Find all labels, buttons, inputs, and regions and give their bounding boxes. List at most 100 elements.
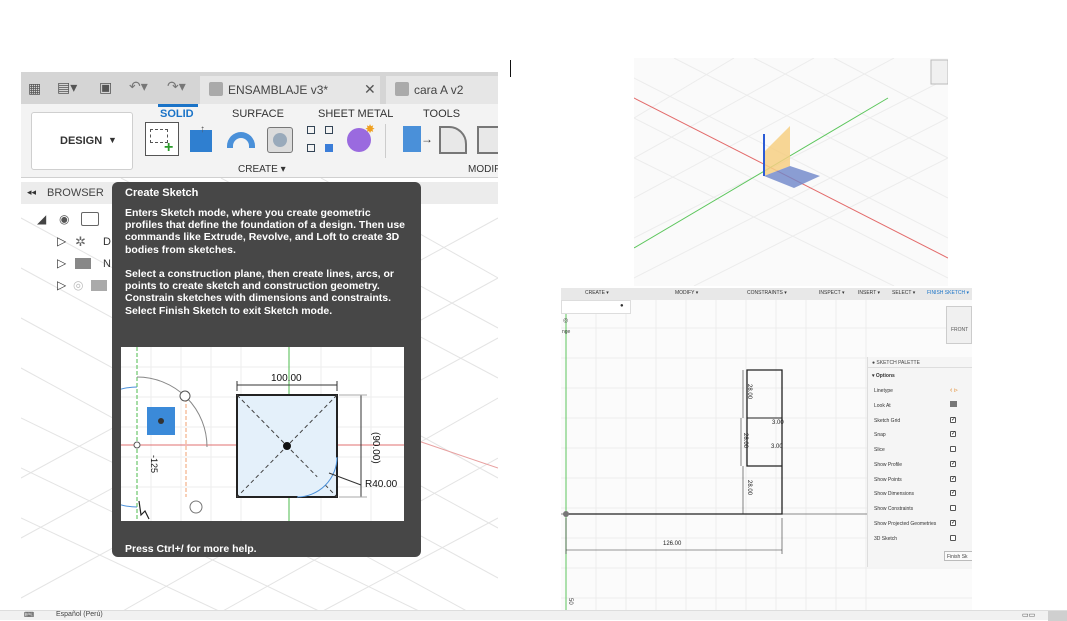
toolbar-insert[interactable]: INSERT ▾ <box>858 290 880 296</box>
layout-icon[interactable]: ▭▭ <box>1022 611 1035 619</box>
apps-grid-icon[interactable]: ▦ <box>28 80 41 97</box>
palette-row-label: Look At <box>874 403 891 409</box>
pattern-node <box>307 126 315 134</box>
show-profile-checkbox[interactable]: ✓ <box>950 461 956 467</box>
press-shape <box>403 126 421 152</box>
row-label: N <box>103 258 111 270</box>
extrude-icon[interactable]: ↑ <box>186 122 220 156</box>
dim-radius: R40.00 <box>365 479 398 490</box>
sketch-grid-checkbox[interactable]: ✓ <box>950 417 956 423</box>
pattern-node <box>325 126 333 134</box>
palette-row-label: Show Points <box>874 477 902 483</box>
undo-icon[interactable]: ↶▾ <box>129 78 148 95</box>
language-indicator[interactable]: Español (Perú) <box>56 611 103 618</box>
tab-sheet-metal[interactable]: SHEET METAL <box>318 108 393 120</box>
close-icon[interactable]: ✕ <box>364 81 376 98</box>
dim-top: 28.00 <box>746 384 752 400</box>
press-pull-icon[interactable]: → <box>399 122 433 156</box>
finish-sketch-palette-button[interactable]: Finish Sk <box>944 551 972 561</box>
save-icon[interactable]: ▣ <box>99 79 112 96</box>
palette-row-label: Snap <box>874 432 886 438</box>
palette-row-label: Show Constraints <box>874 506 914 512</box>
pattern-icon[interactable] <box>303 122 337 156</box>
show-projected-checkbox[interactable]: ✓ <box>950 520 956 526</box>
show-points-checkbox[interactable]: ✓ <box>950 476 956 482</box>
hole-icon[interactable] <box>262 122 296 156</box>
tab-cara[interactable]: cara A v2 <box>386 76 498 104</box>
linetype-icon[interactable]: ‹ ▹ <box>950 386 958 394</box>
active-tab-indicator <box>158 104 198 107</box>
tab-surface[interactable]: SURFACE <box>232 108 284 120</box>
view-cube[interactable]: FRONT <box>946 306 972 344</box>
expand-icon[interactable]: ▷ <box>57 256 66 270</box>
create-sketch-tooltip: Create Sketch Enters Sketch mode, where … <box>76 182 421 557</box>
keyboard-icon[interactable]: ⌨ <box>24 611 34 619</box>
ribbon: DESIGN ▼ SOLID SURFACE SHEET METAL TOOLS… <box>21 104 498 178</box>
file-icon[interactable]: ▤▾ <box>57 79 77 96</box>
dim-middle: 28.00 <box>742 433 748 449</box>
eye-icon[interactable]: ◉ <box>59 212 69 226</box>
3d-viewport[interactable] <box>634 58 948 286</box>
create-group-label[interactable]: CREATE ▾ <box>238 164 286 175</box>
plus-icon: + <box>164 139 174 156</box>
tab-solid[interactable]: SOLID <box>160 108 194 120</box>
create-sketch-icon[interactable]: + <box>145 122 179 156</box>
toolbar-inspect[interactable]: INSPECT ▾ <box>819 290 844 296</box>
modify-group-label[interactable]: MODIF <box>468 164 498 175</box>
options-section[interactable]: ▾ Options <box>872 373 895 379</box>
arrow-up-icon: ↑ <box>200 124 205 135</box>
sketch-palette: ● SKETCH PALETTE ▾ Options Linetype ‹ ▹ … <box>867 357 972 567</box>
tab-label: cara A v2 <box>414 83 464 97</box>
tab-ensamblaje[interactable]: ENSAMBLAJE v3* ✕ <box>200 76 380 104</box>
workspace-label: DESIGN <box>60 135 103 147</box>
finish-sketch-button[interactable]: FINISH SKETCH ▾ <box>927 290 969 296</box>
toolbar-select[interactable]: SELECT ▾ <box>892 290 915 296</box>
new-component-icon[interactable]: ✸ <box>343 122 377 156</box>
arrow-right-icon: → <box>421 132 433 146</box>
expand-icon[interactable]: ▷ <box>57 234 66 248</box>
redo-icon[interactable]: ↷▾ <box>167 78 186 95</box>
dim-height: (90.00) <box>370 432 381 464</box>
toolbar-modify[interactable]: MODIFY ▾ <box>675 290 698 296</box>
show-dimensions-checkbox[interactable]: ✓ <box>950 490 956 496</box>
arc-shape <box>227 132 255 148</box>
dim-offset-2: 3.00 <box>771 444 783 450</box>
slice-checkbox[interactable] <box>950 446 956 452</box>
axis-label: 50 <box>567 598 573 605</box>
palette-title[interactable]: ● SKETCH PALETTE <box>872 360 920 366</box>
component-icon <box>209 82 223 96</box>
target-icon[interactable]: ◎ <box>563 317 568 324</box>
eye-hidden-icon[interactable]: ◎ <box>73 278 83 292</box>
toolbar-create[interactable]: CREATE ▾ <box>585 290 609 296</box>
folder-icon <box>91 280 107 291</box>
expand-icon[interactable]: ▷ <box>57 278 66 292</box>
view-cube-label: FRONT <box>951 327 969 333</box>
look-at-icon[interactable] <box>950 401 957 407</box>
dim-length: 126.00 <box>663 541 682 547</box>
show-constraints-checkbox[interactable] <box>950 505 956 511</box>
snap-checkbox[interactable]: ✓ <box>950 431 956 437</box>
3d-sketch-checkbox[interactable] <box>950 535 956 541</box>
toolbar-constraints[interactable]: CONSTRAINTS ▾ <box>747 290 787 296</box>
workspace-switcher[interactable]: DESIGN ▼ <box>31 112 133 170</box>
divider <box>385 124 386 158</box>
pattern-node <box>325 144 333 152</box>
collapse-icon[interactable]: ◂◂ <box>27 187 36 198</box>
tooltip-title: Create Sketch <box>125 187 199 199</box>
sketch-viewport[interactable]: CREATE ▾ MODIFY ▾ CONSTRAINTS ▾ INSPECT … <box>561 288 972 611</box>
browser-label: BROWSER <box>47 187 104 199</box>
revolve-icon[interactable] <box>224 122 258 156</box>
chamfer-icon[interactable] <box>475 122 498 156</box>
tab-tools[interactable]: TOOLS <box>423 108 460 120</box>
browser-collapsed[interactable]: ● <box>561 300 631 314</box>
hole-circle <box>273 133 287 147</box>
tooltip-illustration: 100.00 (90.00) R40.00 -125 <box>76 347 404 521</box>
tab-label: ENSAMBLAJE v3* <box>228 83 329 97</box>
pattern-node <box>307 144 315 152</box>
bullet-icon: ● <box>620 303 624 309</box>
fillet-icon[interactable] <box>437 122 471 156</box>
dim-bottom: 28.00 <box>746 480 752 496</box>
palette-row-label: Show Projected Geometries <box>874 521 937 527</box>
expand-triangle-icon[interactable]: ◢ <box>37 212 46 226</box>
row-label: D <box>103 236 111 248</box>
